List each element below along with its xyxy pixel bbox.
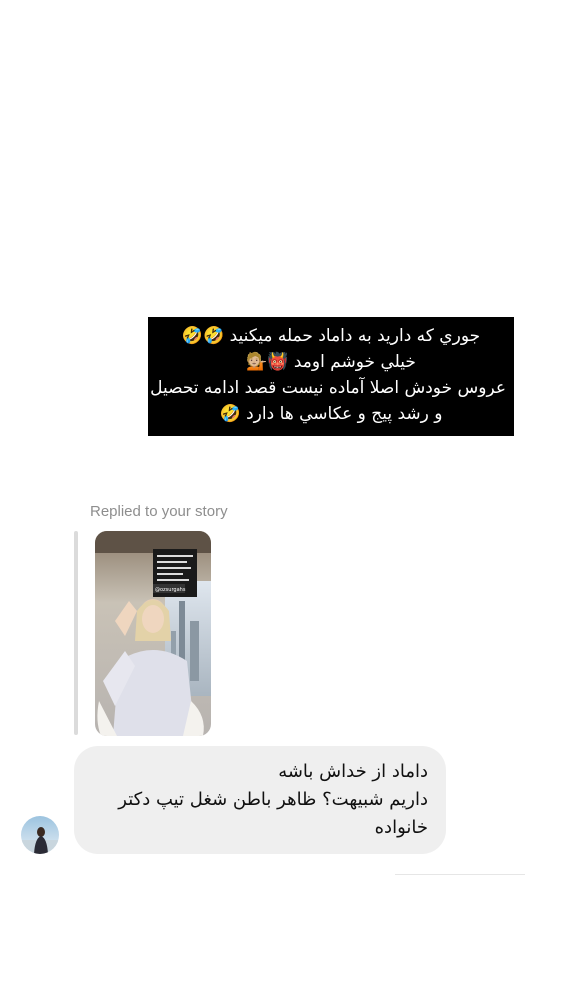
story-caption-box: جوري كه داريد به داماد حمله ميكنيد 🤣🤣 خي… xyxy=(148,317,514,436)
message-line: داريم شبيهت؟ ظاهر باطن شغل تيپ دكتر xyxy=(118,789,428,810)
reply-indicator-bar xyxy=(74,531,78,735)
replied-to-story-label: Replied to your story xyxy=(90,503,228,520)
divider xyxy=(395,874,525,875)
caption-line: عروس خودش اصلا آماده نيست قصد ادامه تحصي… xyxy=(150,378,506,398)
caption-line: جوري كه داريد به داماد حمله ميكنيد 🤣🤣 xyxy=(181,326,481,346)
message-bubble[interactable]: داماد از خداش باشه داريم شبيهت؟ ظاهر باط… xyxy=(74,746,446,854)
caption-line: و رشد پيج و عكاسي ها دارد 🤣 xyxy=(219,404,443,424)
message-line: داماد از خداش باشه xyxy=(278,761,428,782)
story-thumbnail[interactable]: @ozsurgahs xyxy=(95,531,211,736)
caption-line: خيلي خوشم اومد 👹💁🏼 xyxy=(246,352,416,372)
message-line: خانواده xyxy=(374,817,428,838)
avatar[interactable] xyxy=(21,816,59,854)
story-overlay-handle: @ozsurgahs xyxy=(155,587,186,593)
